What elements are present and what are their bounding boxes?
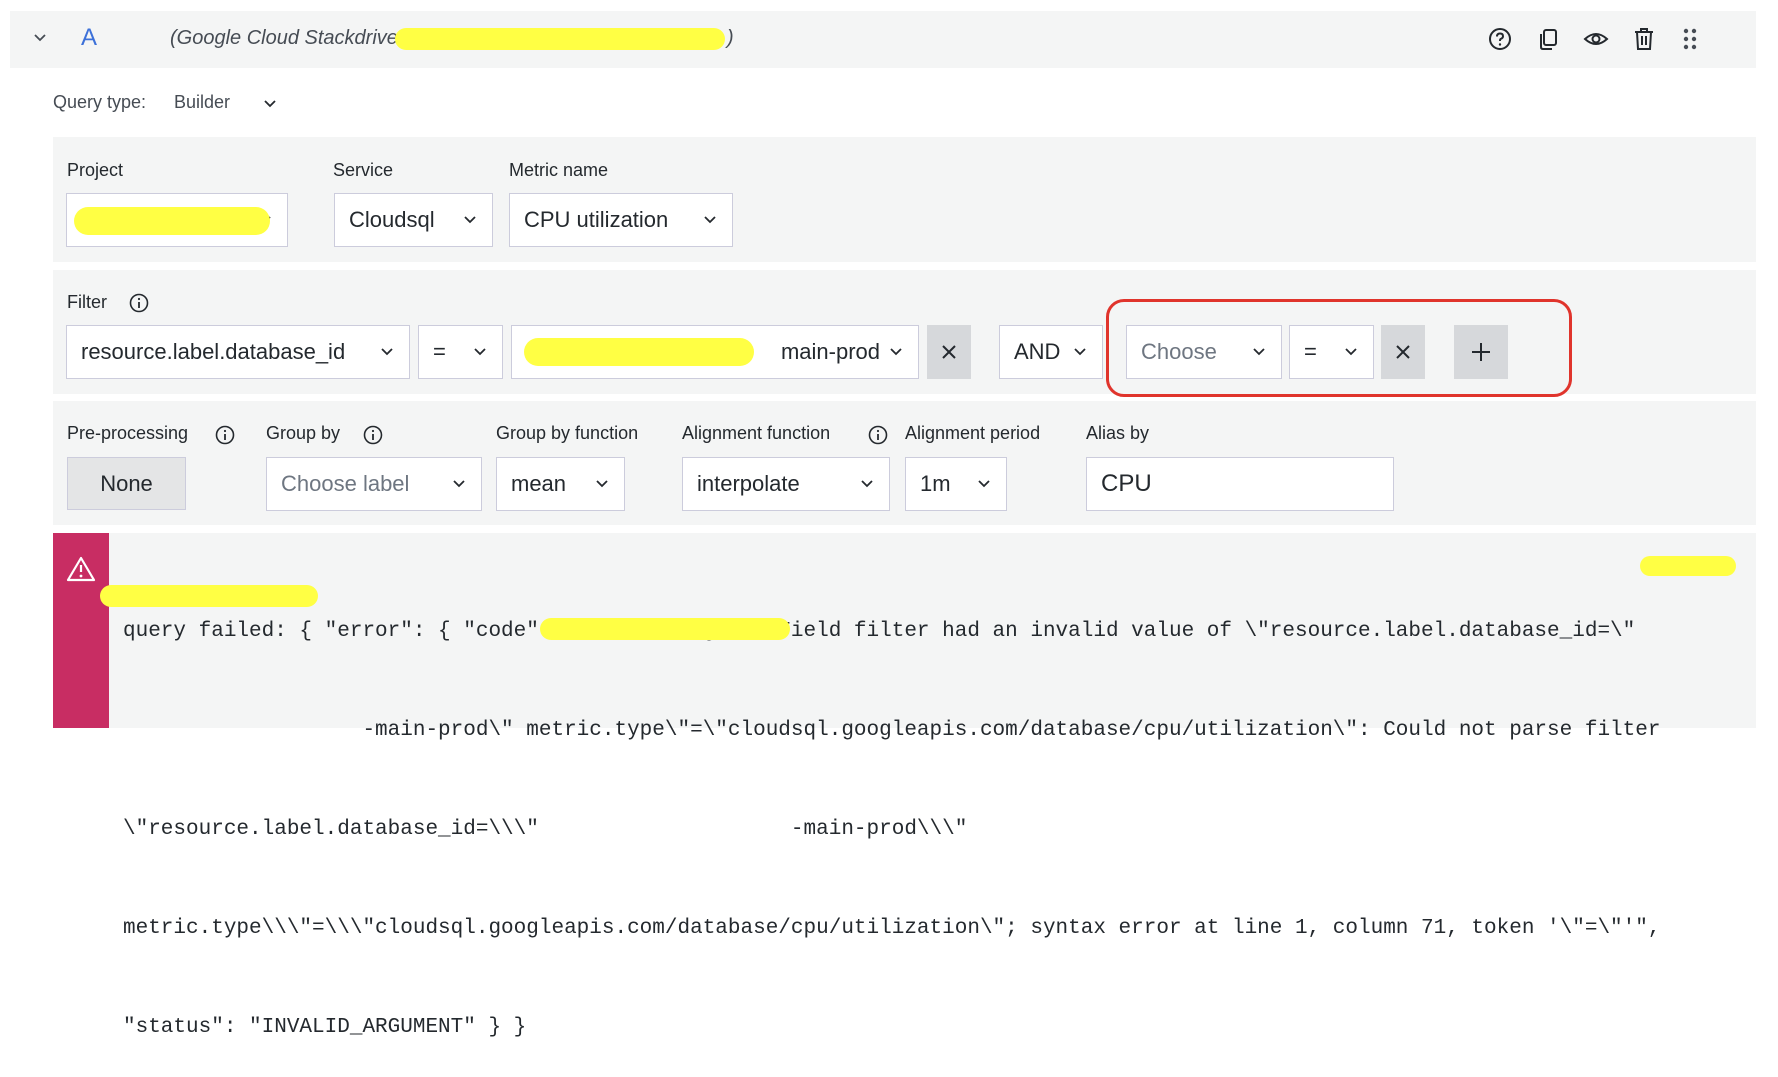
chevron-down-icon xyxy=(464,216,476,224)
chevron-down-icon xyxy=(1074,348,1086,356)
chevron-down-icon xyxy=(861,480,873,488)
chevron-down-icon xyxy=(890,348,902,356)
alignment-period-select[interactable]: 1m xyxy=(905,457,1007,511)
service-value: Cloudsql xyxy=(349,207,435,232)
redaction-mark xyxy=(100,585,318,607)
drag-handle-icon[interactable] xyxy=(1677,26,1703,52)
redaction-mark xyxy=(74,207,270,235)
redaction-mark xyxy=(540,618,790,640)
error-line: \"resource.label.database_id=\\\" -main-… xyxy=(123,818,968,841)
alignment-period-value: 1m xyxy=(920,471,951,496)
group-by-select[interactable]: Choose label xyxy=(266,457,482,511)
chevron-down-icon xyxy=(474,348,486,356)
filter-operator-select[interactable]: = xyxy=(418,325,503,379)
filter-conjunction-value: AND xyxy=(1014,339,1061,364)
filter-operator-value: = xyxy=(433,339,446,364)
filter-conjunction-select[interactable]: AND xyxy=(999,325,1103,379)
filter-key-value: resource.label.database_id xyxy=(81,339,346,364)
preprocessing-label: Pre-processing xyxy=(67,423,189,443)
filter-key-select[interactable]: resource.label.database_id xyxy=(66,325,410,379)
info-icon[interactable] xyxy=(129,293,149,313)
group-by-function-select[interactable]: mean xyxy=(496,457,625,511)
error-line: -main-prod\" metric.type\"=\"cloudsql.go… xyxy=(123,719,1661,742)
remove-filter-button[interactable] xyxy=(927,325,971,379)
datasource-name: (Google Cloud Stackdriver xyxy=(170,27,405,49)
alignment-function-value: interpolate xyxy=(697,471,800,496)
service-select[interactable]: Cloudsql xyxy=(334,193,493,247)
eye-icon[interactable] xyxy=(1583,26,1609,52)
annotation-highlight-box xyxy=(1106,299,1572,397)
project-label: Project xyxy=(67,160,124,180)
chevron-down-icon xyxy=(381,348,393,356)
datasource-name-suffix: ) xyxy=(727,27,734,49)
help-icon[interactable] xyxy=(1487,26,1513,52)
metric-name-select[interactable]: CPU utilization xyxy=(509,193,733,247)
error-line: "status": "INVALID_ARGUMENT" } } xyxy=(123,1016,527,1039)
metric-section xyxy=(53,137,1756,262)
chevron-down-icon xyxy=(596,480,608,488)
trash-icon[interactable] xyxy=(1631,26,1657,52)
error-line: query failed: { "error": { "code": 400, … xyxy=(123,620,1636,643)
collapse-chevron-icon[interactable] xyxy=(30,28,50,48)
redaction-mark xyxy=(1640,556,1736,576)
group-by-placeholder: Choose label xyxy=(281,471,410,496)
group-by-label: Group by xyxy=(266,423,341,443)
alignment-function-select[interactable]: interpolate xyxy=(682,457,890,511)
info-icon[interactable] xyxy=(868,425,888,445)
error-line: metric.type\\\"=\\\"cloudsql.googleapis.… xyxy=(123,917,1661,940)
alias-by-input[interactable]: CPU xyxy=(1086,457,1394,511)
chevron-down-icon xyxy=(704,216,716,224)
close-icon xyxy=(942,345,956,359)
redaction-mark xyxy=(524,338,754,366)
query-type-label: Query type: xyxy=(53,92,147,112)
alignment-period-label: Alignment period xyxy=(905,423,1041,443)
service-label: Service xyxy=(333,160,394,180)
query-type-select[interactable]: Builder xyxy=(174,92,230,113)
chevron-down-icon xyxy=(978,480,990,488)
alias-by-label: Alias by xyxy=(1086,423,1150,443)
metric-name-label: Metric name xyxy=(509,160,609,180)
metric-name-value: CPU utilization xyxy=(524,207,669,232)
preprocessing-none-label: None xyxy=(100,470,153,496)
duplicate-icon[interactable] xyxy=(1535,26,1561,52)
redaction-mark xyxy=(395,28,725,50)
group-by-function-value: mean xyxy=(511,471,567,496)
filter-value-text: main-prod xyxy=(780,339,880,364)
group-by-function-label: Group by function xyxy=(496,423,639,443)
preprocessing-none-button[interactable]: None xyxy=(67,457,186,510)
chevron-down-icon[interactable] xyxy=(262,96,278,112)
query-ref-id[interactable]: A xyxy=(81,24,97,52)
alignment-function-label: Alignment function xyxy=(682,423,831,443)
info-icon[interactable] xyxy=(215,425,235,445)
chevron-down-icon xyxy=(453,480,465,488)
filter-label: Filter xyxy=(67,292,107,312)
info-icon[interactable] xyxy=(363,425,383,445)
warning-icon xyxy=(66,556,96,582)
error-message: query failed: { "error": { "code": 400, … xyxy=(123,549,1743,1077)
error-strip xyxy=(53,533,109,728)
